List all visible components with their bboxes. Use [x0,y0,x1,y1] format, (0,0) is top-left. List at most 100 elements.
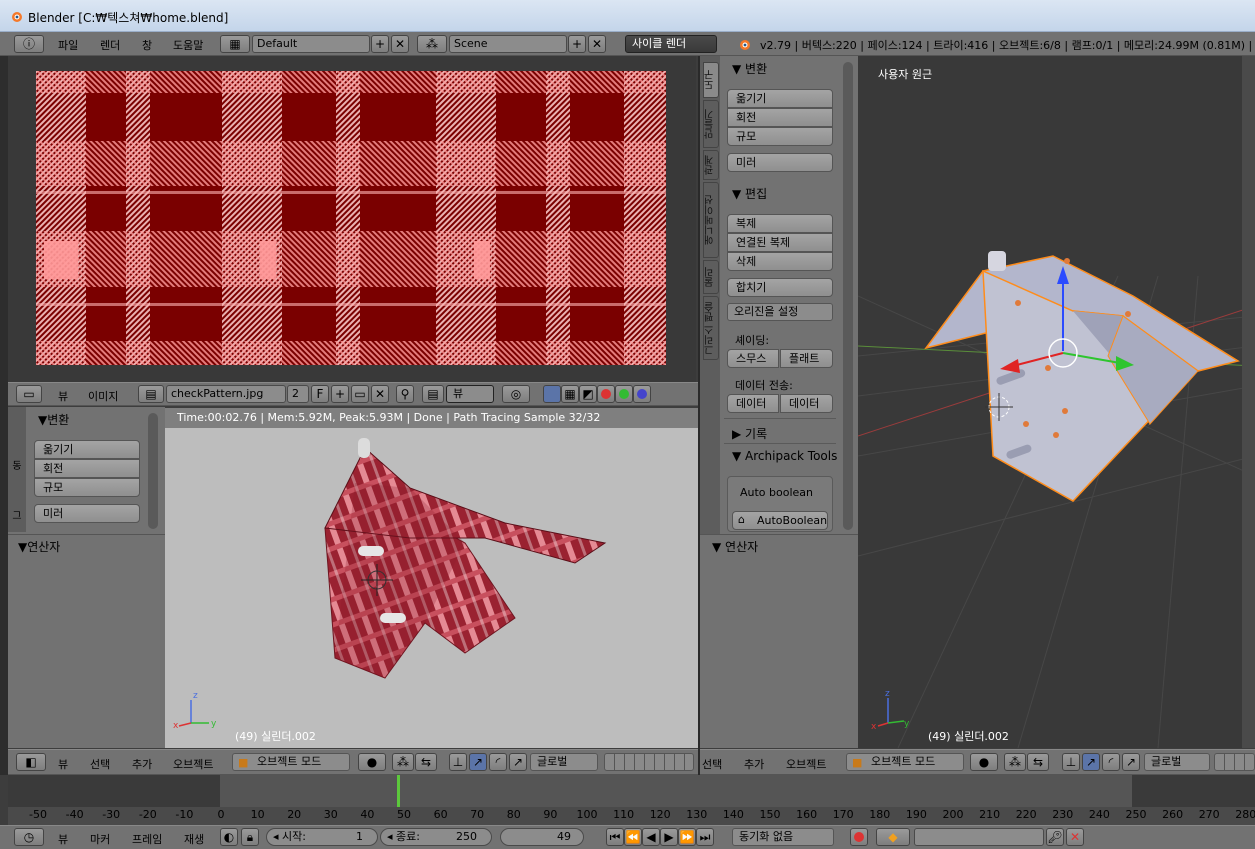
timeline-playback-menu[interactable]: 재생 [184,831,204,847]
screen-layout-icon[interactable]: ▦ [220,35,250,53]
right-rotate-widget-icon[interactable]: ◜ [1102,753,1120,771]
left-scale-widget-icon[interactable]: ↗ [509,753,527,771]
transform-title[interactable]: ▼ 변환 [732,60,767,77]
tab-create[interactable]: 만들기 [703,100,719,148]
image-menu[interactable]: 이미지 [88,388,118,404]
play-icon[interactable]: ▶ [660,828,678,846]
delete-scene-icon[interactable]: ✕ [588,35,606,53]
timeline-frame-menu[interactable]: 프레임 [132,831,162,847]
rotate-button[interactable]: 회전 [34,459,140,478]
fake-user-button[interactable]: F [311,385,329,403]
left-object-menu[interactable]: 오브젝트 [173,756,213,772]
shelf-mirror-button[interactable]: 미러 [727,153,833,172]
keying-set-icon[interactable]: ◆ [876,828,910,846]
timeline-playhead[interactable] [397,775,401,807]
tab-grease-pencil[interactable]: 그리스 펜슬 [703,296,719,360]
move-button[interactable]: 옮기기 [34,440,140,459]
smooth-button[interactable]: 스무스 [727,349,779,368]
keying-set-field[interactable] [914,828,1044,846]
sync-mode-dropdown[interactable]: 동기화 없음 [732,828,834,846]
image-view-menu[interactable]: 뷰 [58,388,68,404]
set-origin-dropdown[interactable]: 오리진을 설정 [727,303,833,321]
left-mode-dropdown[interactable]: 오브젝트 모드 [232,753,350,771]
timeline-editor-type-icon[interactable]: ◷ [14,828,44,846]
operator-panel-title[interactable]: ▼연산자 [18,538,60,555]
tab-physics[interactable]: 물리 [703,260,719,294]
scene-icon[interactable]: ⁂ [417,35,447,53]
duplicate-button[interactable]: 복제 [727,214,833,233]
left-shelf-scrollbar[interactable] [148,413,158,529]
menu-help[interactable]: 도움말 [173,37,203,53]
display-mode-icon[interactable]: ▤ [422,385,444,403]
record-icon[interactable] [850,828,868,846]
right-mode-dropdown[interactable]: 오브젝트 모드 [846,753,964,771]
right-layer-buttons[interactable] [1214,753,1255,771]
scale-button[interactable]: 규모 [34,478,140,497]
scene-field[interactable]: Scene [449,35,567,53]
current-frame-field[interactable]: 49 [500,828,584,846]
shelf-scale-button[interactable]: 규모 [727,127,833,146]
left-orientation-dropdown[interactable]: 글로벌 [530,753,598,771]
delete-layout-icon[interactable]: ✕ [391,35,409,53]
timeline-view-menu[interactable]: 뷰 [58,831,68,847]
menu-file[interactable]: 파일 [58,37,78,53]
preview-range-icon[interactable]: ◐ [220,828,238,846]
right-translate-widget-icon[interactable]: ⊥ [1062,753,1080,771]
pivot-icon[interactable]: ◎ [502,385,530,403]
join-button[interactable]: 합치기 [727,278,833,297]
linked-duplicate-button[interactable]: 연결된 복제 [727,233,833,252]
right-pivot-icon[interactable]: ⁂ [1004,753,1026,771]
left-add-menu[interactable]: 추가 [132,756,152,772]
right-move-widget-icon[interactable]: ↗ [1082,753,1100,771]
jump-prev-key-icon[interactable]: ⏪ [624,828,642,846]
left-view-menu[interactable]: 뷰 [58,756,68,772]
transform-panel-title[interactable]: ▼변환 [38,411,69,428]
left-rotate-widget-icon[interactable]: ◜ [489,753,507,771]
red-channel-icon[interactable] [597,385,615,403]
right-scale-widget-icon[interactable]: ↗ [1122,753,1140,771]
screen-layout-field[interactable]: Default [252,35,370,53]
lock-icon[interactable]: 🔒︎ [241,828,259,846]
unlink-image-icon[interactable]: ✕ [371,385,389,403]
right-shading-icon[interactable]: ● [970,753,998,771]
left-move-widget-icon[interactable]: ↗ [469,753,487,771]
right-orientation-dropdown[interactable]: 글로벌 [1144,753,1210,771]
flat-button[interactable]: 플래트 [780,349,833,368]
add-layout-icon[interactable]: + [371,35,389,53]
info-editor-type-icon[interactable]: ⓘ [14,35,44,53]
3d-viewport[interactable]: 사용자 원근 z y x (49) 실린더.002 [858,56,1255,748]
add-scene-icon[interactable]: + [568,35,586,53]
image-browse-icon[interactable]: ▤ [138,385,164,403]
jump-start-icon[interactable]: ⏮ [606,828,624,846]
pin-icon[interactable]: ⚲ [396,385,414,403]
shelf-rotate-button[interactable]: 회전 [727,108,833,127]
delete-button[interactable]: 삭제 [727,252,833,271]
jump-next-key-icon[interactable]: ⏩ [678,828,696,846]
tab-animation[interactable]: 애니메이션 [703,182,719,258]
jump-end-icon[interactable]: ⏭ [696,828,714,846]
right-select-menu[interactable]: 선택 [702,756,722,772]
render-viewport[interactable]: Time:00:02.76 | Mem:5.92M, Peak:5.93M | … [165,408,698,748]
data-transfer-button[interactable]: 데이터 [727,394,779,413]
menu-window[interactable]: 창 [142,37,152,53]
rgb-alpha-icon[interactable] [543,385,561,403]
display-mode-dropdown[interactable]: 뷰 [446,385,494,403]
tab-tools[interactable]: 도구 [703,62,719,98]
editor-type-icon[interactable]: ▭ [16,385,42,403]
left-editor-type-icon[interactable]: ◧ [16,753,46,771]
operator-title[interactable]: ▼ 연산자 [712,538,758,555]
start-frame-field[interactable]: ◂ 시작: 1 [266,828,378,846]
left-shading-icon[interactable]: ● [358,753,386,771]
timeline-marker-menu[interactable]: 마커 [90,831,110,847]
data-layout-button[interactable]: 데이터 [780,394,833,413]
right-object-menu[interactable]: 오브젝트 [786,756,826,772]
open-image-icon[interactable]: ▭ [351,385,369,403]
left-select-menu[interactable]: 선택 [90,756,110,772]
left-layer-buttons[interactable] [604,753,694,771]
image-name-field[interactable]: checkPattern.jpg [166,385,286,403]
edit-title[interactable]: ▼ 편집 [732,185,767,202]
left-translate-widget-icon[interactable]: ⊥ [449,753,467,771]
right-add-menu[interactable]: 추가 [744,756,764,772]
archipack-title[interactable]: ▼ Archipack Tools [732,449,837,463]
delete-keyframe-icon[interactable]: ✕ [1066,828,1084,846]
